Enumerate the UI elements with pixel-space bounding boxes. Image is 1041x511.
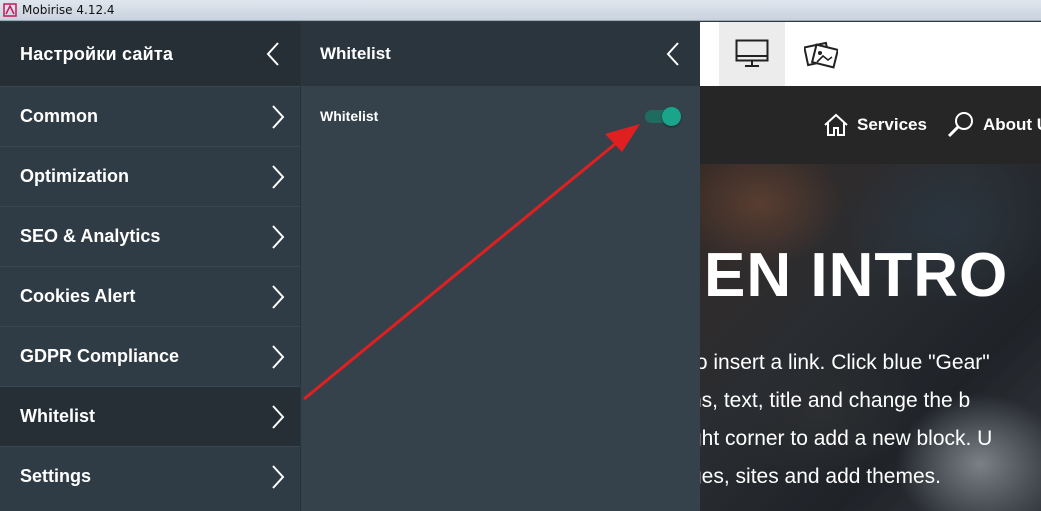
toggle-knob — [662, 107, 681, 126]
whitelist-option-row: Whitelist — [301, 86, 700, 146]
chevron-right-icon — [272, 404, 285, 429]
chevron-right-icon — [272, 104, 285, 129]
sidebar-item-optimization[interactable]: Optimization — [0, 146, 300, 206]
home-icon — [824, 113, 848, 136]
window-title: Mobirise 4.12.4 — [22, 3, 115, 17]
sidebar-title: Настройки сайта — [20, 43, 174, 64]
sidebar-item-common[interactable]: Common — [0, 86, 300, 146]
sidebar-item-label: Whitelist — [20, 406, 95, 426]
search-icon — [947, 112, 973, 138]
whitelist-panel-header: Whitelist — [301, 22, 700, 86]
whitelist-panel-title: Whitelist — [320, 44, 391, 63]
mobirise-logo-icon — [3, 3, 17, 17]
images-icon — [804, 41, 838, 69]
desktop-icon — [735, 39, 769, 67]
chevron-right-icon — [272, 464, 285, 489]
chevron-left-icon[interactable] — [666, 41, 680, 67]
site-settings-sidebar: Настройки сайта Common Optimization SEO … — [0, 22, 300, 511]
sidebar-item-label: Settings — [20, 466, 92, 486]
hero-title[interactable]: EN INTRO — [704, 240, 1008, 311]
sidebar-item-seo-analytics[interactable]: SEO & Analytics — [0, 206, 300, 266]
hero-text-line: ges, sites and add themes. — [700, 465, 941, 488]
sidebar-header: Настройки сайта — [0, 22, 300, 86]
sidebar-item-label: Cookies Alert — [20, 286, 136, 306]
hero-text-line: ns, text, title and change the b — [700, 389, 971, 412]
sidebar-item-label: SEO & Analytics — [20, 226, 161, 246]
images-button[interactable] — [788, 22, 854, 86]
whitelist-panel: Whitelist Whitelist — [300, 22, 700, 511]
window-titlebar: Mobirise 4.12.4 — [0, 0, 1041, 21]
chevron-left-icon[interactable] — [266, 41, 280, 67]
chevron-right-icon — [272, 224, 285, 249]
nav-link-services[interactable]: Services — [823, 113, 927, 137]
sidebar-item-whitelist[interactable]: Whitelist — [0, 386, 300, 446]
sidebar-item-label: GDPR Compliance — [20, 346, 180, 366]
site-preview: Services About U EN INTRO to insert a li… — [700, 22, 1041, 511]
nav-link-label: About U — [982, 115, 1041, 134]
hero-text[interactable]: to insert a link. Click blue "Gear" ns, … — [700, 344, 992, 496]
site-navbar: Services About U — [700, 86, 1041, 164]
chevron-right-icon — [272, 164, 285, 189]
sidebar-item-gdpr-compliance[interactable]: GDPR Compliance — [0, 326, 300, 386]
nav-link-label: Services — [857, 115, 927, 134]
hero-text-line: ght corner to add a new block. U — [700, 427, 993, 450]
desktop-view-button[interactable] — [719, 22, 785, 86]
whitelist-option-label: Whitelist — [320, 108, 379, 124]
sidebar-item-cookies-alert[interactable]: Cookies Alert — [0, 266, 300, 326]
chevron-right-icon — [272, 284, 285, 309]
preview-toolbar — [700, 22, 1041, 86]
sidebar-item-settings[interactable]: Settings — [0, 446, 300, 506]
sidebar-item-label: Common — [20, 106, 98, 126]
hero-section: EN INTRO to insert a link. Click blue "G… — [700, 164, 1041, 511]
chevron-right-icon — [272, 344, 285, 369]
sidebar-item-label: Optimization — [20, 166, 129, 186]
hero-text-line: to insert a link. Click blue "Gear" — [700, 351, 990, 374]
nav-link-about[interactable]: About U — [947, 111, 1041, 139]
whitelist-toggle[interactable] — [645, 107, 681, 126]
